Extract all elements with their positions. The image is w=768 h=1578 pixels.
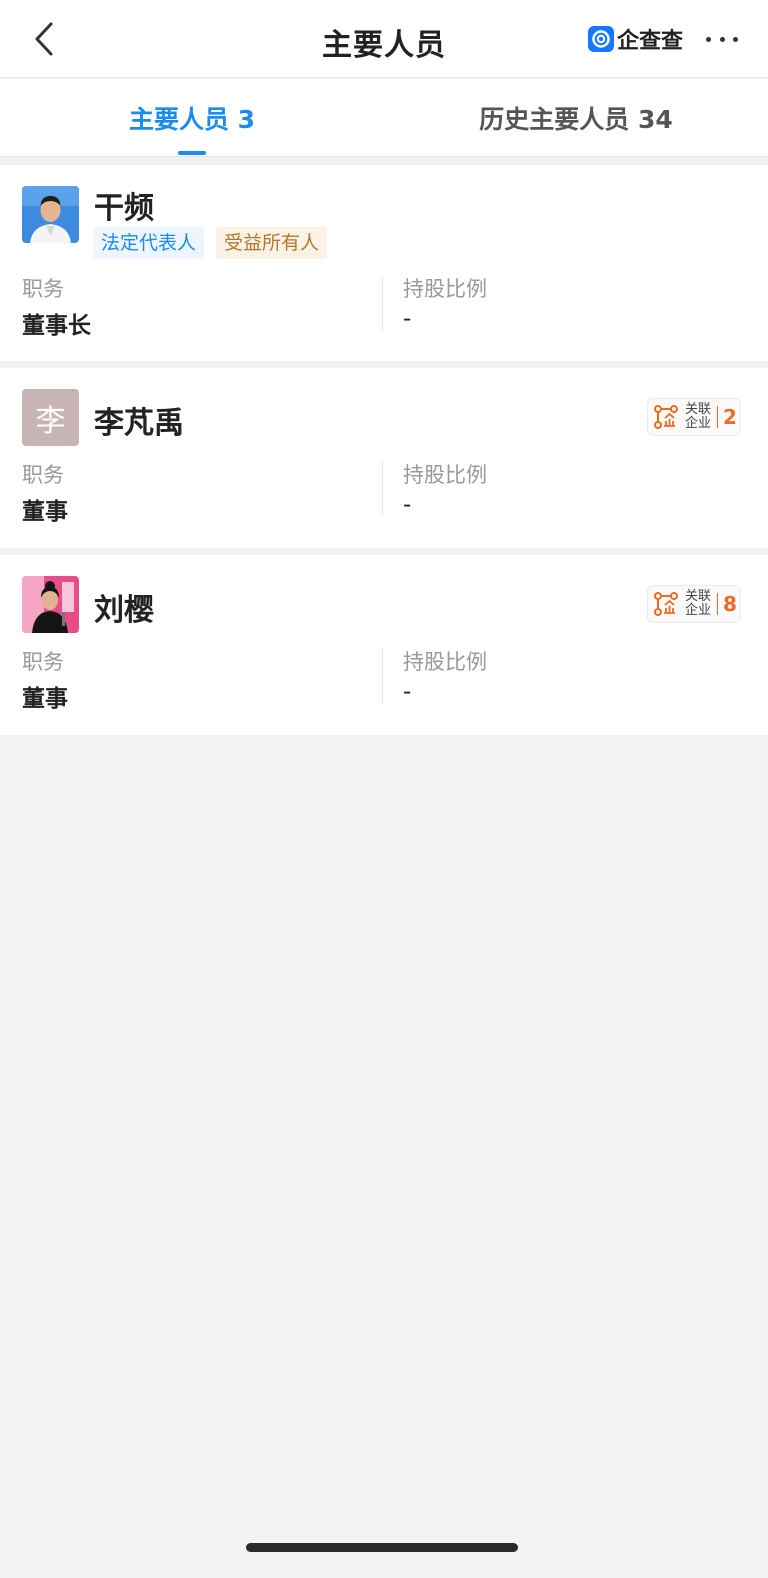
back-button[interactable] <box>24 18 64 60</box>
person-card[interactable]: 刘樱 关联企业 8 职务 董事 持股比例 - <box>0 555 768 735</box>
more-dot <box>719 36 725 42</box>
more-dot <box>706 36 711 42</box>
field-divider <box>382 461 383 517</box>
share-ratio-label: 持股比例 <box>403 277 487 301</box>
position-label: 职务 <box>22 277 64 301</box>
field-divider <box>382 275 383 331</box>
avatar[interactable] <box>22 186 79 243</box>
position-value: 董事 <box>22 686 68 712</box>
person-name[interactable]: 干频 <box>94 183 154 227</box>
related-company-icon <box>654 405 678 429</box>
avatar[interactable]: 李 <box>22 389 79 446</box>
share-ratio-value: - <box>403 492 412 518</box>
person-card[interactable]: 李 李芃禹 关联企业 2 职务 董事 持股比例 - <box>0 368 768 548</box>
position-label: 职务 <box>22 463 64 487</box>
related-companies-count: 2 <box>723 405 737 429</box>
related-companies-separator <box>717 593 718 615</box>
chevron-left-icon <box>35 22 53 56</box>
brand-icon <box>588 26 614 52</box>
related-companies-button[interactable]: 关联企业 2 <box>647 398 741 436</box>
beneficial-owner-tag: 受益所有人 <box>216 227 328 259</box>
tab-bar: 主要人员 3 历史主要人员 34 <box>0 79 768 157</box>
share-ratio-value: - <box>403 679 412 705</box>
tab-history-personnel[interactable]: 历史主要人员 34 <box>384 79 768 157</box>
home-indicator[interactable] <box>246 1543 518 1552</box>
related-company-icon <box>654 592 678 616</box>
related-companies-label: 关联企业 <box>685 402 712 431</box>
page: 主要人员 企查查 主要人员 3 历史主要人员 34 干频 法定代表人 受益所有人… <box>0 0 768 1578</box>
person-photo <box>22 186 79 243</box>
person-name[interactable]: 刘樱 <box>94 585 154 629</box>
more-dot <box>733 36 738 42</box>
related-companies-label: 关联企业 <box>685 589 712 618</box>
avatar[interactable] <box>22 576 79 633</box>
position-value: 董事长 <box>22 313 91 339</box>
position-label: 职务 <box>22 650 64 674</box>
share-ratio-value: - <box>403 306 412 332</box>
related-companies-separator <box>717 406 718 428</box>
more-button[interactable] <box>702 22 742 56</box>
navigation-bar: 主要人员 企查查 <box>0 0 768 78</box>
field-divider <box>382 648 383 704</box>
position-value: 董事 <box>22 499 68 525</box>
person-photo <box>22 576 79 633</box>
related-companies-count: 8 <box>723 592 737 616</box>
person-name[interactable]: 李芃禹 <box>94 398 184 442</box>
share-ratio-label: 持股比例 <box>403 463 487 487</box>
tab-main-personnel[interactable]: 主要人员 3 <box>0 79 384 157</box>
active-tab-indicator <box>178 151 206 155</box>
brand-name: 企查查 <box>617 29 684 54</box>
legal-representative-tag: 法定代表人 <box>93 227 205 259</box>
share-ratio-label: 持股比例 <box>403 650 487 674</box>
brand-logo: 企查查 <box>588 24 683 54</box>
related-companies-button[interactable]: 关联企业 8 <box>647 585 741 623</box>
person-card[interactable]: 干频 法定代表人 受益所有人 职务 董事长 持股比例 - <box>0 165 768 361</box>
